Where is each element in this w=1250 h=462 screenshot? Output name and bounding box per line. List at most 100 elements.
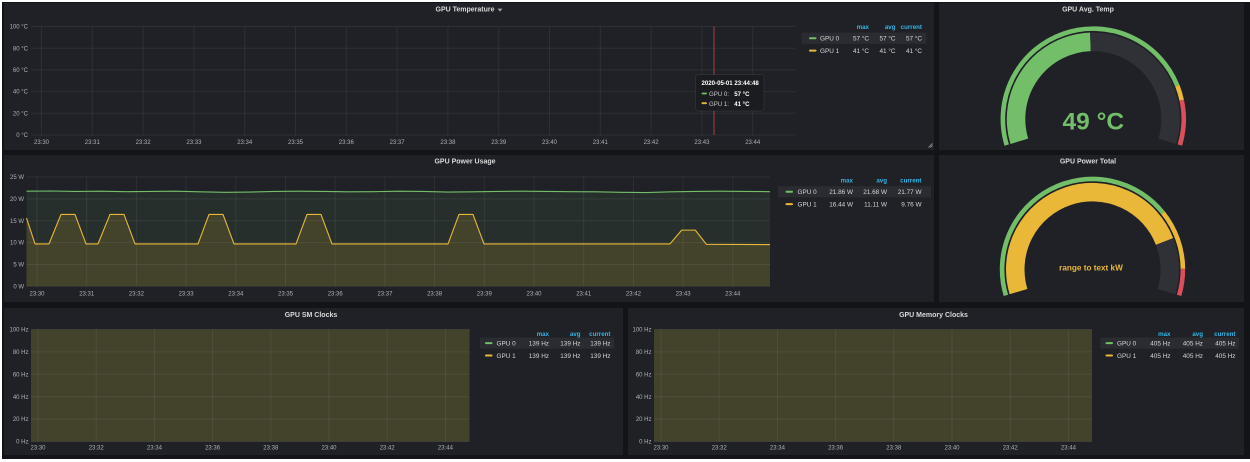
svg-text:23:31: 23:31: [85, 140, 101, 146]
svg-text:405 Hz: 405 Hz: [1215, 352, 1235, 359]
svg-text:current: current: [901, 24, 922, 31]
svg-text:current: current: [589, 330, 610, 337]
svg-text:23:30: 23:30: [34, 140, 50, 146]
svg-text:23:34: 23:34: [769, 445, 785, 451]
svg-text:GPU 0:: GPU 0:: [709, 91, 729, 98]
svg-text:range to text kW: range to text kW: [1059, 264, 1123, 273]
svg-text:avg: avg: [1192, 330, 1203, 337]
svg-text:23:35: 23:35: [288, 140, 304, 146]
svg-text:23:32: 23:32: [136, 140, 152, 146]
svg-text:15 W: 15 W: [10, 219, 24, 225]
svg-text:23:34: 23:34: [237, 140, 253, 146]
svg-text:20 °C: 20 °C: [13, 111, 29, 117]
svg-text:GPU 1: GPU 1: [798, 201, 818, 208]
svg-text:57 °C: 57 °C: [906, 35, 922, 43]
svg-text:GPU 0: GPU 0: [1117, 340, 1137, 347]
svg-text:23:36: 23:36: [828, 445, 844, 451]
svg-text:405 Hz: 405 Hz: [1182, 352, 1202, 359]
svg-text:23:44: 23:44: [438, 445, 454, 451]
svg-text:23:33: 23:33: [179, 291, 195, 297]
svg-text:23:40: 23:40: [526, 291, 542, 297]
svg-text:139 Hz: 139 Hz: [590, 352, 610, 359]
svg-text:23:34: 23:34: [228, 291, 244, 297]
svg-text:405 Hz: 405 Hz: [1182, 340, 1202, 347]
svg-text:11.11 W: 11.11 W: [864, 201, 888, 208]
svg-text:GPU Power Usage: GPU Power Usage: [434, 159, 495, 166]
svg-text:23:33: 23:33: [186, 140, 202, 146]
svg-text:21.77 W: 21.77 W: [898, 189, 923, 196]
svg-text:23:31: 23:31: [79, 291, 95, 297]
svg-text:41 °C: 41 °C: [906, 47, 922, 55]
svg-text:405 Hz: 405 Hz: [1150, 340, 1170, 347]
svg-text:49 °C: 49 °C: [1063, 109, 1125, 136]
svg-text:max: max: [537, 330, 550, 337]
svg-text:139 Hz: 139 Hz: [529, 352, 549, 359]
svg-text:41 °C: 41 °C: [853, 47, 869, 55]
svg-text:21.86 W: 21.86 W: [829, 189, 854, 196]
svg-text:23:38: 23:38: [263, 445, 279, 451]
svg-text:23:39: 23:39: [491, 140, 507, 146]
svg-text:23:35: 23:35: [278, 291, 294, 297]
svg-text:23:32: 23:32: [129, 291, 145, 297]
svg-text:57 °C: 57 °C: [879, 35, 895, 43]
svg-text:9.76 W: 9.76 W: [901, 201, 922, 208]
svg-text:405 Hz: 405 Hz: [1150, 352, 1170, 359]
svg-text:23:44: 23:44: [725, 291, 741, 297]
svg-text:GPU 1: GPU 1: [497, 352, 517, 359]
svg-text:21.68 W: 21.68 W: [863, 189, 888, 196]
svg-text:avg: avg: [876, 178, 887, 185]
svg-text:23:38: 23:38: [427, 291, 443, 297]
svg-text:avg: avg: [885, 24, 896, 31]
svg-text:16.44 W: 16.44 W: [829, 201, 854, 208]
svg-text:0 °C: 0 °C: [16, 133, 28, 139]
svg-text:139 Hz: 139 Hz: [529, 340, 549, 347]
svg-text:23:40: 23:40: [542, 140, 558, 146]
svg-text:41 °C: 41 °C: [879, 47, 895, 55]
svg-text:GPU 1: GPU 1: [1117, 352, 1137, 359]
svg-text:20 Hz: 20 Hz: [635, 417, 651, 423]
svg-text:405 Hz: 405 Hz: [1215, 340, 1235, 347]
svg-text:139 Hz: 139 Hz: [560, 352, 580, 359]
svg-text:GPU 0: GPU 0: [820, 36, 840, 43]
svg-text:139 Hz: 139 Hz: [560, 340, 580, 347]
svg-text:23:44: 23:44: [1060, 445, 1076, 451]
svg-text:23:38: 23:38: [886, 445, 902, 451]
svg-text:0 Hz: 0 Hz: [16, 439, 28, 445]
svg-text:25 W: 25 W: [10, 175, 24, 181]
svg-text:GPU 1:: GPU 1:: [709, 101, 729, 108]
svg-text:GPU Temperature: GPU Temperature: [436, 7, 495, 14]
svg-text:23:30: 23:30: [653, 445, 669, 451]
svg-text:20 W: 20 W: [10, 197, 24, 203]
svg-text:max: max: [1158, 330, 1171, 337]
svg-text:20 Hz: 20 Hz: [13, 417, 29, 423]
svg-text:GPU Power Total: GPU Power Total: [1060, 159, 1116, 166]
svg-text:23:37: 23:37: [390, 140, 406, 146]
svg-text:GPU Avg. Temp: GPU Avg. Temp: [1062, 7, 1114, 14]
svg-text:60 Hz: 60 Hz: [635, 372, 651, 378]
svg-text:60 Hz: 60 Hz: [13, 372, 29, 378]
svg-text:80 Hz: 80 Hz: [635, 350, 651, 356]
svg-text:current: current: [1214, 330, 1235, 337]
svg-text:0 Hz: 0 Hz: [639, 439, 651, 445]
svg-text:5 W: 5 W: [13, 263, 24, 269]
svg-text:23:30: 23:30: [30, 445, 46, 451]
svg-text:23:42: 23:42: [380, 445, 396, 451]
svg-text:23:42: 23:42: [626, 291, 642, 297]
svg-text:40 °C: 40 °C: [13, 90, 29, 96]
svg-text:23:36: 23:36: [328, 291, 344, 297]
svg-text:23:40: 23:40: [944, 445, 960, 451]
svg-text:0 W: 0 W: [13, 284, 24, 290]
svg-text:max: max: [857, 24, 870, 31]
svg-text:23:42: 23:42: [644, 140, 660, 146]
svg-text:40 Hz: 40 Hz: [635, 394, 651, 400]
svg-text:23:36: 23:36: [205, 445, 221, 451]
svg-text:23:41: 23:41: [593, 140, 609, 146]
svg-text:57 °C: 57 °C: [853, 35, 869, 43]
svg-text:23:32: 23:32: [711, 445, 727, 451]
svg-text:80 °C: 80 °C: [13, 46, 29, 52]
svg-text:GPU SM Clocks: GPU SM Clocks: [285, 312, 338, 319]
svg-text:GPU Memory Clocks: GPU Memory Clocks: [899, 312, 968, 319]
svg-text:23:43: 23:43: [694, 140, 710, 146]
svg-text:23:36: 23:36: [339, 140, 355, 146]
svg-text:23:39: 23:39: [477, 291, 493, 297]
